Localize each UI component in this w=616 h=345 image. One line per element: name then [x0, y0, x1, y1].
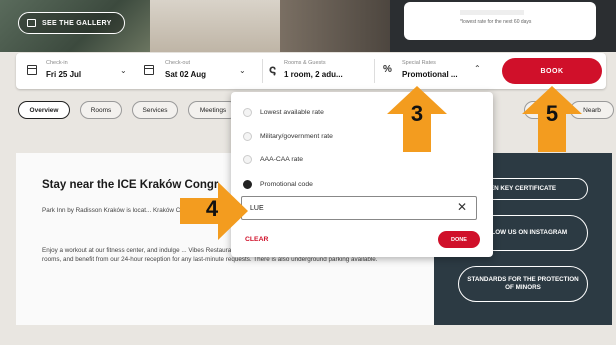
checkout-value: Sat 02 Aug	[165, 70, 207, 79]
book-button[interactable]: BOOK	[502, 58, 602, 84]
checkout-caption: Check-out	[165, 60, 191, 66]
tab-overview[interactable]: Overview	[18, 101, 70, 119]
protection-of-minors-button[interactable]: STANDARDS FOR THE PROTECTION OF MINORS	[458, 266, 588, 302]
rate-option-military[interactable]: Military/government rate	[243, 129, 333, 143]
rates-caption: Special Rates	[402, 60, 436, 66]
rooms-caption: Rooms & Guests	[284, 60, 326, 66]
rate-option-lowest[interactable]: Lowest available rate	[243, 105, 324, 119]
checkin-chevron-down-icon[interactable]: ⌄	[120, 66, 127, 75]
price-card: *lowest rate for the next 60 days	[404, 2, 596, 40]
checkin-field[interactable]: Check-in Fri 25 Jul	[46, 53, 126, 89]
clear-input-icon[interactable]: ✕	[457, 201, 467, 213]
chevron-up-icon[interactable]: ⌃	[474, 64, 481, 73]
tab-services[interactable]: Services	[132, 101, 178, 119]
radio-button[interactable]	[243, 154, 252, 164]
tab-rooms[interactable]: Rooms	[80, 101, 122, 119]
rate-option-promo[interactable]: Promotional code	[243, 177, 313, 191]
rate-option-aaa[interactable]: AAA-CAA rate	[243, 152, 303, 166]
rates-value: Promotional ...	[402, 70, 458, 79]
gallery-icon	[27, 19, 36, 27]
see-gallery-button[interactable]: SEE THE GALLERY	[18, 12, 125, 34]
checkout-field[interactable]: Check-out Sat 02 Aug	[165, 53, 245, 89]
rooms-value: 1 room, 2 adu...	[284, 70, 343, 79]
calendar-icon	[144, 65, 154, 75]
checkin-value: Fri 25 Jul	[46, 70, 82, 79]
divider	[374, 59, 375, 83]
booking-bar: Check-in Fri 25 Jul ⌄ Check-out Sat 02 A…	[16, 53, 606, 89]
radio-button[interactable]	[243, 131, 252, 141]
checkout-chevron-down-icon[interactable]: ⌄	[239, 66, 246, 75]
checkin-caption: Check-in	[46, 60, 68, 66]
done-button[interactable]: DONE	[438, 231, 480, 248]
rate-option-label: Military/government rate	[260, 132, 333, 140]
rooms-guests-field[interactable]: Rooms & Guests 1 room, 2 adu...	[284, 53, 368, 89]
price-note: *lowest rate for the next 60 days	[460, 19, 532, 25]
percent-icon: %	[383, 64, 392, 75]
rate-option-label: AAA-CAA rate	[260, 155, 304, 163]
hero-photo-room	[150, 0, 280, 52]
divider	[262, 59, 263, 83]
hero-banner: SEE THE GALLERY *lowest rate for the nex…	[0, 0, 616, 52]
price-placeholder	[460, 10, 524, 15]
rate-option-label: Lowest available rate	[260, 108, 324, 116]
rate-option-label: Promotional code	[260, 180, 313, 188]
see-gallery-label: SEE THE GALLERY	[42, 19, 112, 27]
special-rates-dropdown: Lowest available rate Military/governmen…	[231, 92, 493, 257]
radio-button[interactable]	[243, 107, 252, 117]
door-icon: 𝛓	[268, 62, 277, 76]
promo-code-input[interactable]: LUE	[241, 196, 477, 220]
calendar-icon	[27, 65, 37, 75]
hero-photo-interior	[280, 0, 390, 52]
